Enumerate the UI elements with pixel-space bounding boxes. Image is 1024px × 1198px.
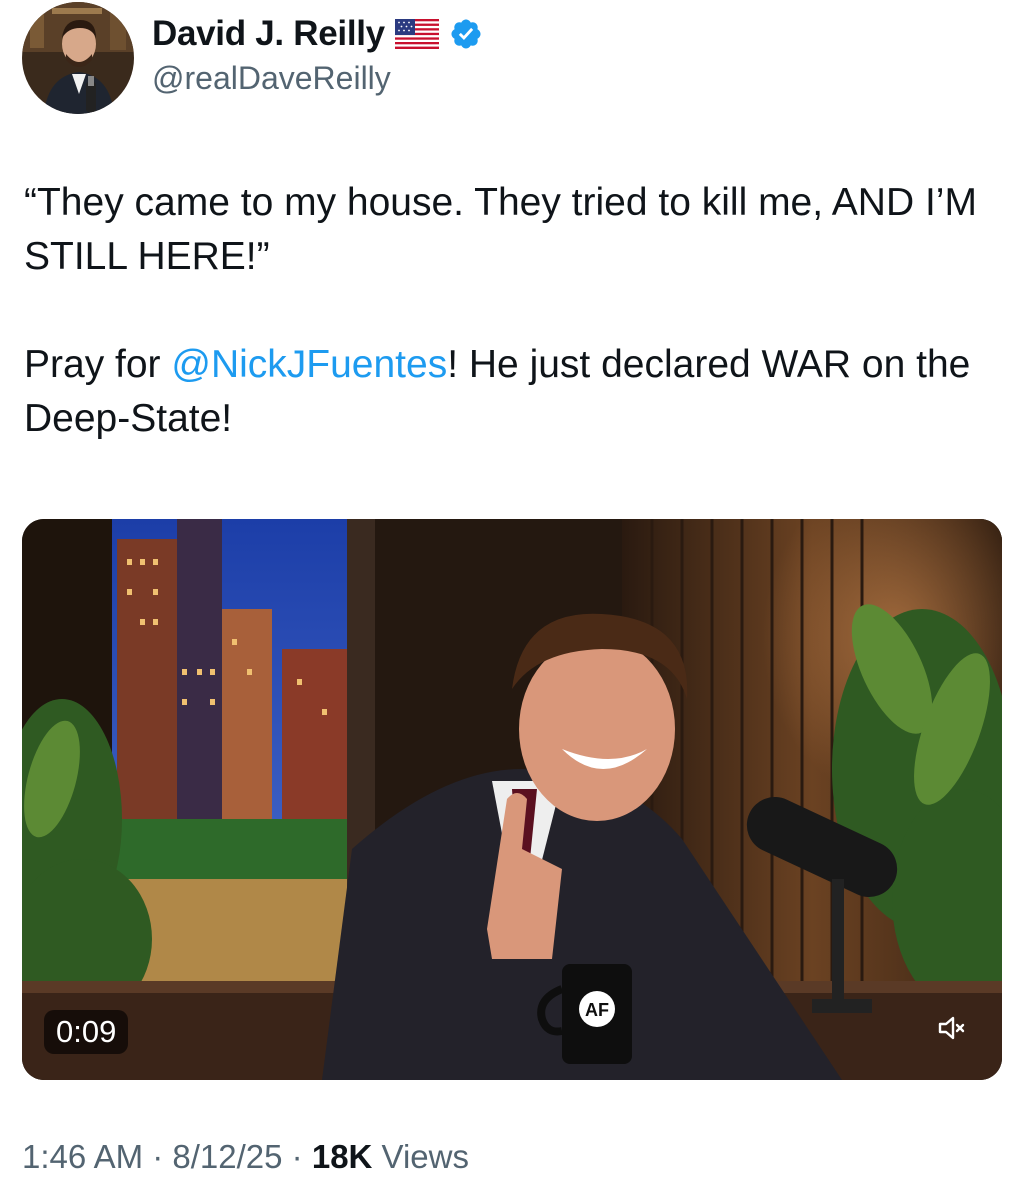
author-display-name[interactable]: David J. Reilly [152, 14, 385, 54]
tweet-body: “They came to my house. They tried to ki… [24, 176, 1009, 446]
tweet-paragraph-prayer: Pray for @NickJFuentes! He just declared… [24, 338, 1009, 446]
tweet-date[interactable]: 8/12/25 [172, 1138, 282, 1175]
avatar-image [22, 2, 134, 114]
meta-separator: · [143, 1138, 173, 1175]
tweet-text-prefix: Pray for [24, 343, 172, 386]
author-avatar[interactable] [22, 2, 134, 114]
views-count: 18K [311, 1138, 373, 1175]
meta-separator: · [282, 1138, 312, 1175]
tweet-meta: 1:46 AM · 8/12/25 · 18K Views [22, 1138, 469, 1176]
tweet-time[interactable]: 1:46 AM [22, 1138, 143, 1175]
speaker-muted-icon[interactable] [936, 1012, 968, 1044]
video-duration-badge: 0:09 [44, 1010, 129, 1054]
mug-logo: AF [585, 1000, 609, 1020]
us-flag-icon [394, 19, 439, 49]
video-player[interactable]: AF 0:09 [22, 519, 1002, 1080]
views-label: Views [372, 1138, 469, 1175]
author-handle[interactable]: @realDaveReilly [152, 60, 391, 97]
mention-link[interactable]: @NickJFuentes [171, 343, 447, 386]
tweet-paragraph-quote: “They came to my house. They tried to ki… [24, 181, 977, 278]
video-thumbnail: AF [22, 519, 1002, 1080]
verified-badge-icon[interactable] [449, 17, 483, 51]
